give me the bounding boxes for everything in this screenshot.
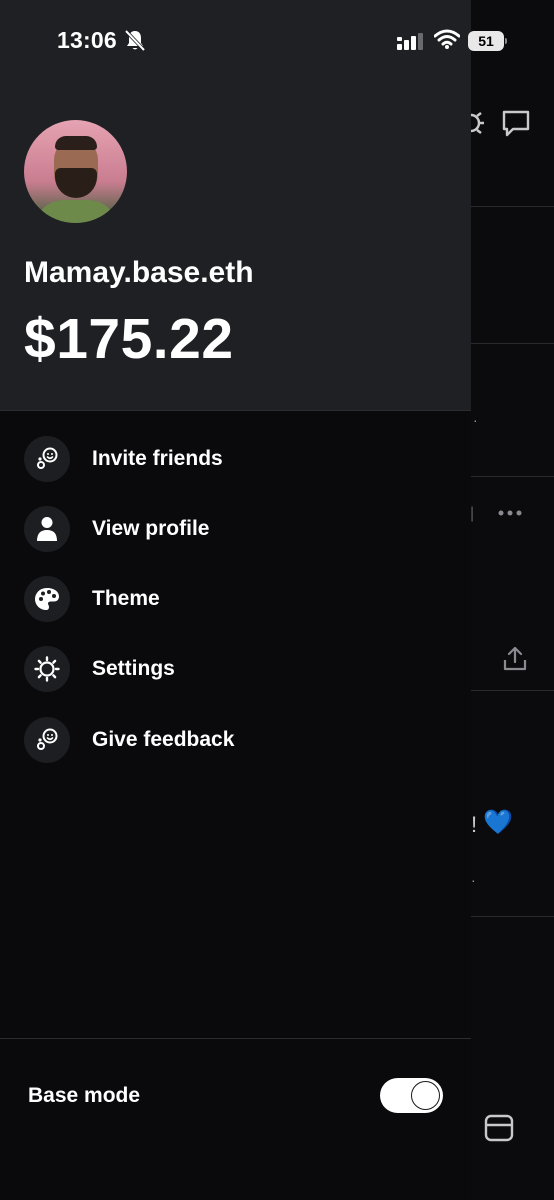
bg-divider [471, 690, 554, 691]
more-icon[interactable] [497, 508, 523, 518]
menu-item-view-profile[interactable]: View profile [24, 505, 454, 553]
wallet-balance: $175.22 [24, 307, 234, 371]
bg-dot: · [471, 872, 476, 888]
status-bar: 13:06 51 [0, 0, 554, 84]
bg-exclaim: ! [471, 812, 478, 837]
menu-item-theme[interactable]: Theme [24, 575, 454, 623]
battery-icon: 51 [468, 31, 507, 51]
bg-dot: · [473, 412, 478, 428]
footer-divider [0, 1038, 471, 1039]
screen: · | ! 💙 · Mamay.base.eth $175.22 Invite … [0, 0, 554, 1200]
menu-item-label: View profile [92, 517, 210, 540]
battery-level: 51 [478, 33, 494, 49]
status-time: 13:06 [57, 27, 117, 53]
browser-icon[interactable] [484, 1113, 514, 1143]
cellular-signal-icon [397, 33, 423, 50]
invite-friends-icon [24, 436, 70, 482]
menu-item-invite-friends[interactable]: Invite friends [24, 435, 454, 483]
menu-item-label: Settings [92, 657, 175, 680]
menu-item-give-feedback[interactable]: Give feedback [24, 716, 454, 764]
share-icon[interactable] [503, 645, 527, 671]
menu-item-label: Theme [92, 587, 160, 610]
bell-muted-icon [124, 29, 146, 52]
gear-icon [24, 646, 70, 692]
username: Mamay.base.eth [24, 256, 254, 289]
background-app: · | ! 💙 · [470, 0, 554, 1200]
bg-divider [471, 206, 554, 207]
feedback-icon [24, 717, 70, 763]
wifi-icon [434, 29, 460, 49]
side-drawer: Mamay.base.eth $175.22 Invite friends Vi… [0, 0, 471, 1200]
person-icon [24, 506, 70, 552]
bg-divider [471, 476, 554, 477]
bg-divider [471, 343, 554, 344]
base-mode-label: Base mode [28, 1084, 141, 1107]
chat-icon[interactable] [501, 108, 531, 138]
avatar[interactable] [24, 120, 127, 223]
base-mode-toggle[interactable] [380, 1078, 443, 1113]
toggle-knob [411, 1081, 440, 1110]
menu-item-label: Invite friends [92, 447, 223, 470]
menu-item-settings[interactable]: Settings [24, 645, 454, 693]
blue-heart-icon: 💙 [483, 809, 513, 836]
gear-icon[interactable] [471, 110, 487, 136]
menu-item-label: Give feedback [92, 728, 235, 751]
bg-divider [471, 916, 554, 917]
palette-icon [24, 576, 70, 622]
